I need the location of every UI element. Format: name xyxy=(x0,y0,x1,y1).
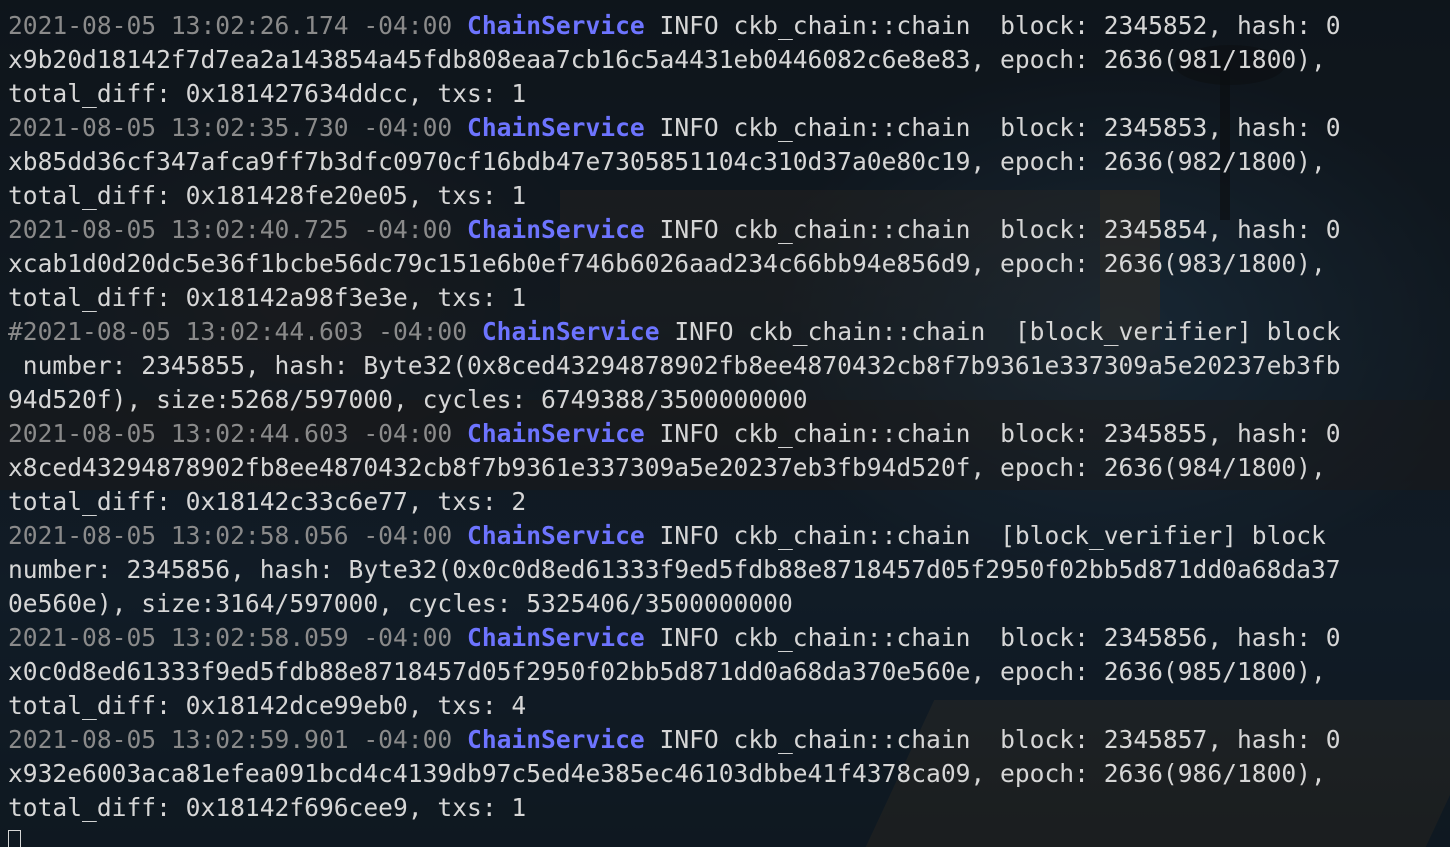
log-message: total_diff: 0x18142dce99eb0, txs: 4 xyxy=(8,691,527,720)
log-message: xcab1d0d20dc5e36f1bcbe56dc79c151e6b0ef74… xyxy=(8,249,1326,278)
log-line: 2021-08-05 13:02:35.730 -04:00 ChainServ… xyxy=(8,111,1450,145)
log-timestamp: #2021-08-05 13:02:44.603 -04:00 xyxy=(8,317,482,346)
log-message: x9b20d18142f7d7ea2a143854a45fdb808eaa7cb… xyxy=(8,45,1326,74)
log-line: total_diff: 0x181428fe20e05, txs: 1 xyxy=(8,179,1450,213)
log-message: total_diff: 0x181427634ddcc, txs: 1 xyxy=(8,79,527,108)
log-line: xb85dd36cf347afca9ff7b3dfc0970cf16bdb47e… xyxy=(8,145,1450,179)
log-line: x9b20d18142f7d7ea2a143854a45fdb808eaa7cb… xyxy=(8,43,1450,77)
log-timestamp: 2021-08-05 13:02:40.725 -04:00 xyxy=(8,215,468,244)
log-line: 94d520f), size:5268/597000, cycles: 6749… xyxy=(8,383,1450,417)
log-line: xcab1d0d20dc5e36f1bcbe56dc79c151e6b0ef74… xyxy=(8,247,1450,281)
log-line: 2021-08-05 13:02:59.901 -04:00 ChainServ… xyxy=(8,723,1450,757)
log-message: INFO ckb_chain::chain block: 2345855, ha… xyxy=(644,419,1341,448)
log-line: number: 2345856, hash: Byte32(0x0c0d8ed6… xyxy=(8,553,1450,587)
log-message: INFO ckb_chain::chain [block_verifier] b… xyxy=(644,521,1341,550)
log-line: total_diff: 0x18142f696cee9, txs: 1 xyxy=(8,791,1450,825)
log-service: ChainService xyxy=(481,317,660,346)
log-line: 2021-08-05 13:02:40.725 -04:00 ChainServ… xyxy=(8,213,1450,247)
log-message: INFO ckb_chain::chain block: 2345854, ha… xyxy=(644,215,1341,244)
log-line: 2021-08-05 13:02:26.174 -04:00 ChainServ… xyxy=(8,9,1450,43)
log-message: number: 2345855, hash: Byte32(0x8ced4329… xyxy=(8,351,1341,380)
log-timestamp: 2021-08-05 13:02:44.603 -04:00 xyxy=(8,419,468,448)
log-timestamp: 2021-08-05 13:02:58.056 -04:00 xyxy=(8,521,468,550)
log-message: xb85dd36cf347afca9ff7b3dfc0970cf16bdb47e… xyxy=(8,147,1326,176)
log-timestamp: 2021-08-05 13:02:58.059 -04:00 xyxy=(8,623,468,652)
log-line: x0c0d8ed61333f9ed5fdb88e8718457d05f2950f… xyxy=(8,655,1450,689)
log-service: ChainService xyxy=(467,11,645,40)
log-line: 2021-08-05 13:02:58.056 -04:00 ChainServ… xyxy=(8,519,1450,553)
log-message: total_diff: 0x181428fe20e05, txs: 1 xyxy=(8,181,527,210)
log-line: number: 2345855, hash: Byte32(0x8ced4329… xyxy=(8,349,1450,383)
log-message: INFO ckb_chain::chain block: 2345856, ha… xyxy=(644,623,1341,652)
log-line: total_diff: 0x181427634ddcc, txs: 1 xyxy=(8,77,1450,111)
log-message: 0e560e), size:3164/597000, cycles: 53254… xyxy=(8,589,793,618)
log-timestamp: 2021-08-05 13:02:26.174 -04:00 xyxy=(8,11,468,40)
log-line: 2021-08-05 13:02:58.059 -04:00 ChainServ… xyxy=(8,621,1450,655)
log-message: total_diff: 0x18142f696cee9, txs: 1 xyxy=(8,793,527,822)
log-service: ChainService xyxy=(467,521,645,550)
log-line: x932e6003aca81efea091bcd4c4139db97c5ed4e… xyxy=(8,757,1450,791)
log-line: 0e560e), size:3164/597000, cycles: 53254… xyxy=(8,587,1450,621)
log-line: total_diff: 0x18142dce99eb0, txs: 4 xyxy=(8,689,1450,723)
log-message: 94d520f), size:5268/597000, cycles: 6749… xyxy=(8,385,808,414)
log-service: ChainService xyxy=(467,215,645,244)
terminal-output[interactable]: 2021-08-05 13:02:26.174 -04:00 ChainServ… xyxy=(0,0,1450,847)
log-service: ChainService xyxy=(467,419,645,448)
log-line: x8ced43294878902fb8ee4870432cb8f7b9361e3… xyxy=(8,451,1450,485)
block-cursor-icon xyxy=(8,830,21,847)
log-message: INFO ckb_chain::chain block: 2345853, ha… xyxy=(644,113,1341,142)
log-timestamp: 2021-08-05 13:02:59.901 -04:00 xyxy=(8,725,468,754)
log-service: ChainService xyxy=(467,725,645,754)
log-message: x932e6003aca81efea091bcd4c4139db97c5ed4e… xyxy=(8,759,1326,788)
prompt-line[interactable] xyxy=(8,825,1450,847)
log-message: INFO ckb_chain::chain block: 2345857, ha… xyxy=(644,725,1341,754)
log-message: total_diff: 0x18142c33c6e77, txs: 2 xyxy=(8,487,527,516)
log-line: 2021-08-05 13:02:44.603 -04:00 ChainServ… xyxy=(8,417,1450,451)
log-service: ChainService xyxy=(467,113,645,142)
log-message: x8ced43294878902fb8ee4870432cb8f7b9361e3… xyxy=(8,453,1326,482)
log-timestamp: 2021-08-05 13:02:35.730 -04:00 xyxy=(8,113,468,142)
log-line: total_diff: 0x18142a98f3e3e, txs: 1 xyxy=(8,281,1450,315)
log-line: #2021-08-05 13:02:44.603 -04:00 ChainSer… xyxy=(8,315,1450,349)
log-message: INFO ckb_chain::chain [block_verifier] b… xyxy=(659,317,1341,346)
log-message: number: 2345856, hash: Byte32(0x0c0d8ed6… xyxy=(8,555,1341,584)
log-line: total_diff: 0x18142c33c6e77, txs: 2 xyxy=(8,485,1450,519)
log-message: x0c0d8ed61333f9ed5fdb88e8718457d05f2950f… xyxy=(8,657,1326,686)
log-service: ChainService xyxy=(467,623,645,652)
log-message: INFO ckb_chain::chain block: 2345852, ha… xyxy=(644,11,1341,40)
log-message: total_diff: 0x18142a98f3e3e, txs: 1 xyxy=(8,283,527,312)
